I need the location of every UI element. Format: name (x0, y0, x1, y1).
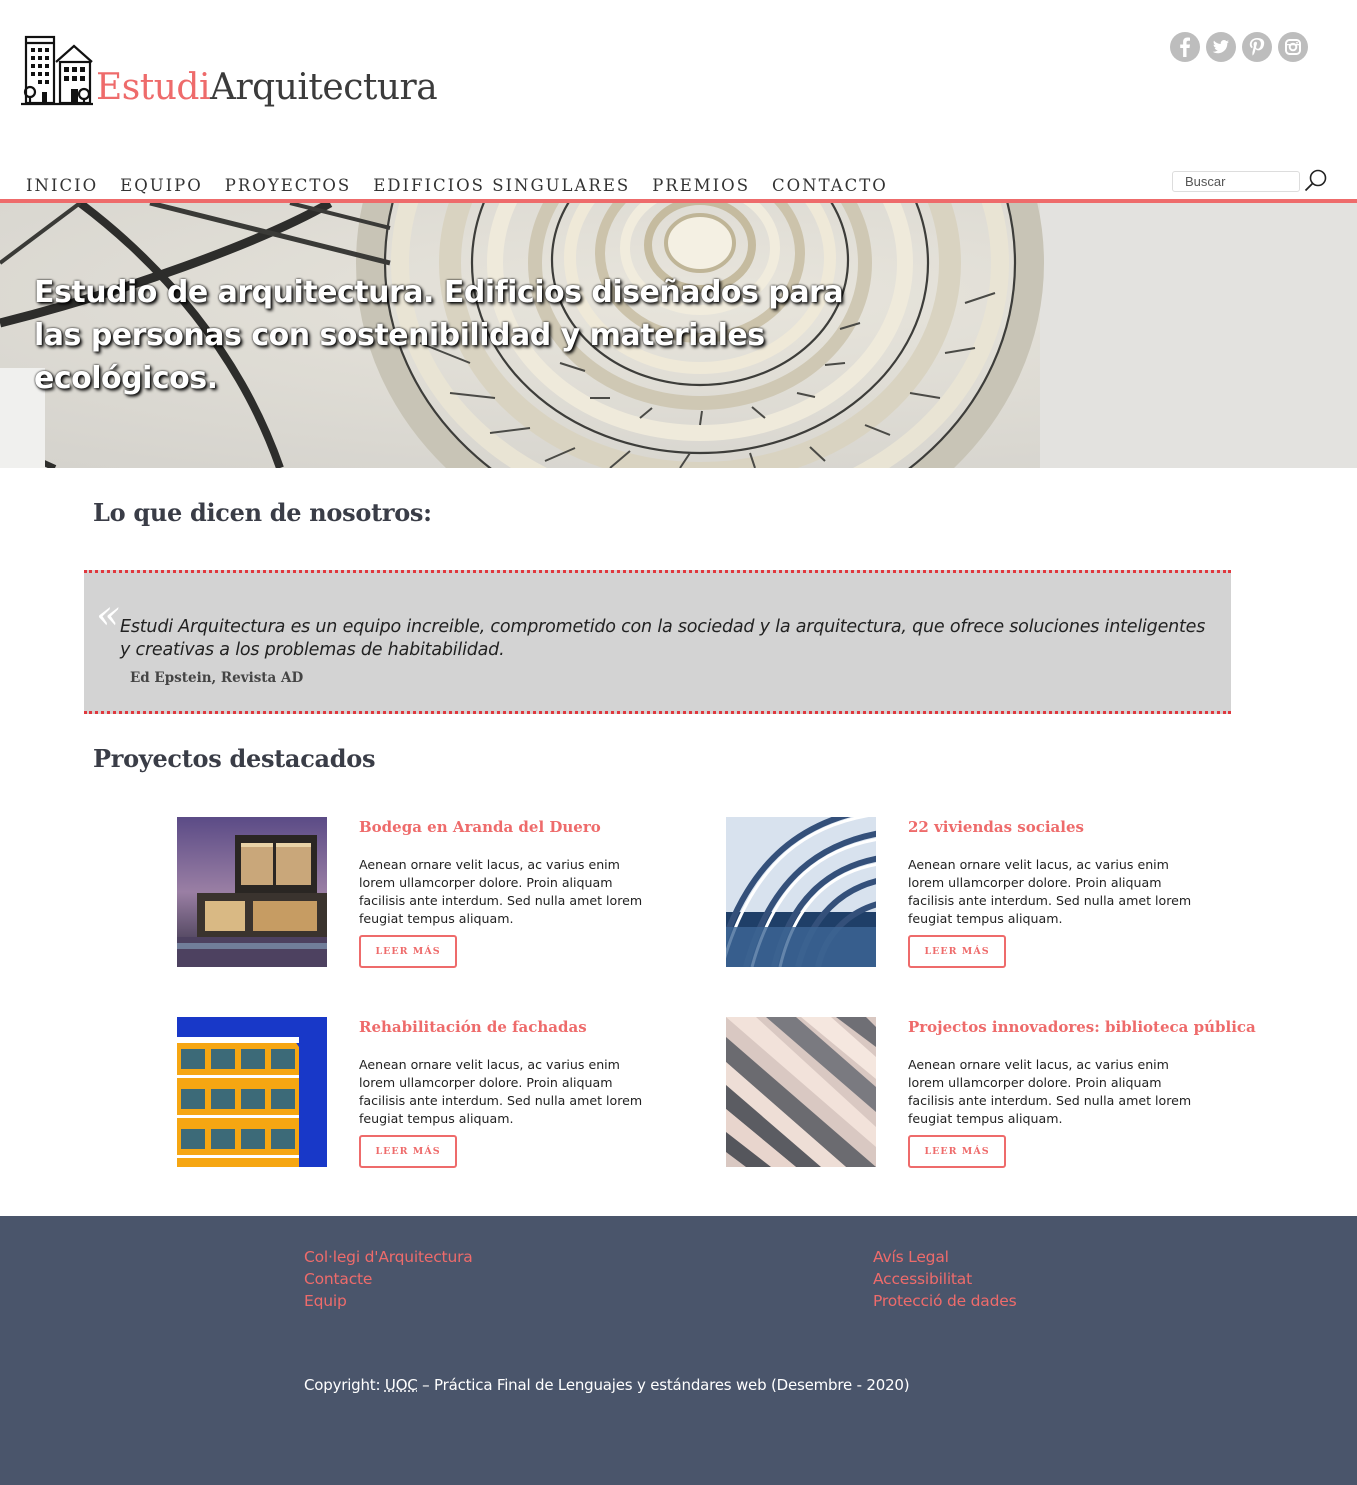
copyright-text: Copyright: UOC – Práctica Final de Lengu… (304, 1376, 910, 1394)
footer-links-left: Col·legi d'Arquitectura Contacte Equip (304, 1246, 473, 1312)
site-logo[interactable]: EstudiArquitectura (20, 34, 438, 108)
testimonials-heading: Lo que dicen de nosotros: (93, 498, 432, 527)
nav-item-edificios-singulares[interactable]: EDIFICIOS SINGULARES (373, 176, 630, 196)
twitter-icon[interactable] (1206, 32, 1236, 62)
project-title[interactable]: Bodega en Aranda del Duero (359, 818, 601, 836)
search-input[interactable] (1172, 170, 1300, 192)
read-more-button[interactable]: LEER MÁS (359, 935, 457, 968)
hero-title: Estudio de arquitectura. Edificios diseñ… (34, 275, 844, 396)
nav-item-contacto[interactable]: CONTACTO (772, 176, 888, 196)
project-thumbnail[interactable] (726, 817, 876, 967)
project-card: Bodega en Aranda del Duero Aenean ornare… (177, 817, 697, 968)
site-title-part2: Arquitectura (209, 67, 438, 108)
project-thumbnail[interactable] (726, 1017, 876, 1167)
project-thumbnail[interactable] (177, 817, 327, 967)
project-thumbnail[interactable] (177, 1017, 327, 1167)
project-description: Aenean ornare velit lacus, ac varius eni… (359, 1057, 643, 1126)
footer-link-proteccio-dades[interactable]: Protecció de dades (873, 1290, 1017, 1312)
footer-link-avis-legal[interactable]: Avís Legal (873, 1246, 1016, 1268)
search-form (1172, 168, 1329, 194)
site-footer: Col·legi d'Arquitectura Contacte Equip A… (0, 1216, 1357, 1485)
site-title-part1: Estudi (96, 67, 210, 108)
footer-link-accessibilitat[interactable]: Accessibilitat (873, 1268, 1016, 1290)
social-links (1170, 32, 1308, 62)
buildings-logo-icon (21, 35, 93, 106)
project-description: Aenean ornare velit lacus, ac varius eni… (359, 857, 643, 926)
project-card: Projectos innovadores: biblioteca públic… (726, 1017, 1256, 1168)
copyright-suffix: – Práctica Final de Lenguajes y estándar… (417, 1376, 910, 1394)
nav-item-premios[interactable]: PREMIOS (652, 176, 750, 196)
testimonial-quote: « Estudi Arquitectura es un equipo incre… (84, 570, 1231, 714)
main-nav: INICIO EQUIPO PROYECTOS EDIFICIOS SINGUL… (26, 176, 910, 196)
project-card: 22 viviendas sociales Aenean ornare veli… (726, 817, 1246, 968)
copyright-prefix: Copyright: (304, 1376, 385, 1394)
footer-link-contacte[interactable]: Contacte (304, 1268, 473, 1290)
read-more-button[interactable]: LEER MÁS (908, 1135, 1006, 1168)
quote-author: Ed Epstein, Revista AD (130, 670, 304, 686)
nav-item-equipo[interactable]: EQUIPO (120, 176, 203, 196)
facebook-icon[interactable] (1170, 32, 1200, 62)
quote-icon: « (96, 592, 121, 638)
site-title: EstudiArquitectura (96, 67, 438, 108)
project-title[interactable]: Rehabilitación de fachadas (359, 1018, 587, 1036)
project-title[interactable]: 22 viviendas sociales (908, 818, 1084, 836)
footer-link-equip[interactable]: Equip (304, 1290, 473, 1312)
search-icon[interactable] (1303, 168, 1329, 194)
projects-heading: Proyectos destacados (93, 744, 376, 773)
project-title[interactable]: Projectos innovadores: biblioteca públic… (908, 1018, 1256, 1036)
pinterest-icon[interactable] (1242, 32, 1272, 62)
read-more-button[interactable]: LEER MÁS (359, 1135, 457, 1168)
site-header: EstudiArquitectura INICIO EQUIPO PROYECT… (0, 0, 1357, 200)
read-more-button[interactable]: LEER MÁS (908, 935, 1006, 968)
instagram-icon[interactable] (1278, 32, 1308, 62)
footer-links-right: Avís Legal Accessibilitat Protecció de d… (873, 1246, 1017, 1312)
footer-link-colegi[interactable]: Col·legi d'Arquitectura (304, 1246, 473, 1268)
hero-banner: Estudio de arquitectura. Edificios diseñ… (0, 203, 1357, 468)
project-description: Aenean ornare velit lacus, ac varius eni… (908, 857, 1192, 926)
project-description: Aenean ornare velit lacus, ac varius eni… (908, 1057, 1192, 1126)
copyright-abbr: UOC (384, 1376, 418, 1394)
nav-item-inicio[interactable]: INICIO (26, 176, 98, 196)
nav-item-proyectos[interactable]: PROYECTOS (225, 176, 351, 196)
quote-text: Estudi Arquitectura es un equipo increib… (120, 617, 1206, 660)
project-card: Rehabilitación de fachadas Aenean ornare… (177, 1017, 697, 1168)
